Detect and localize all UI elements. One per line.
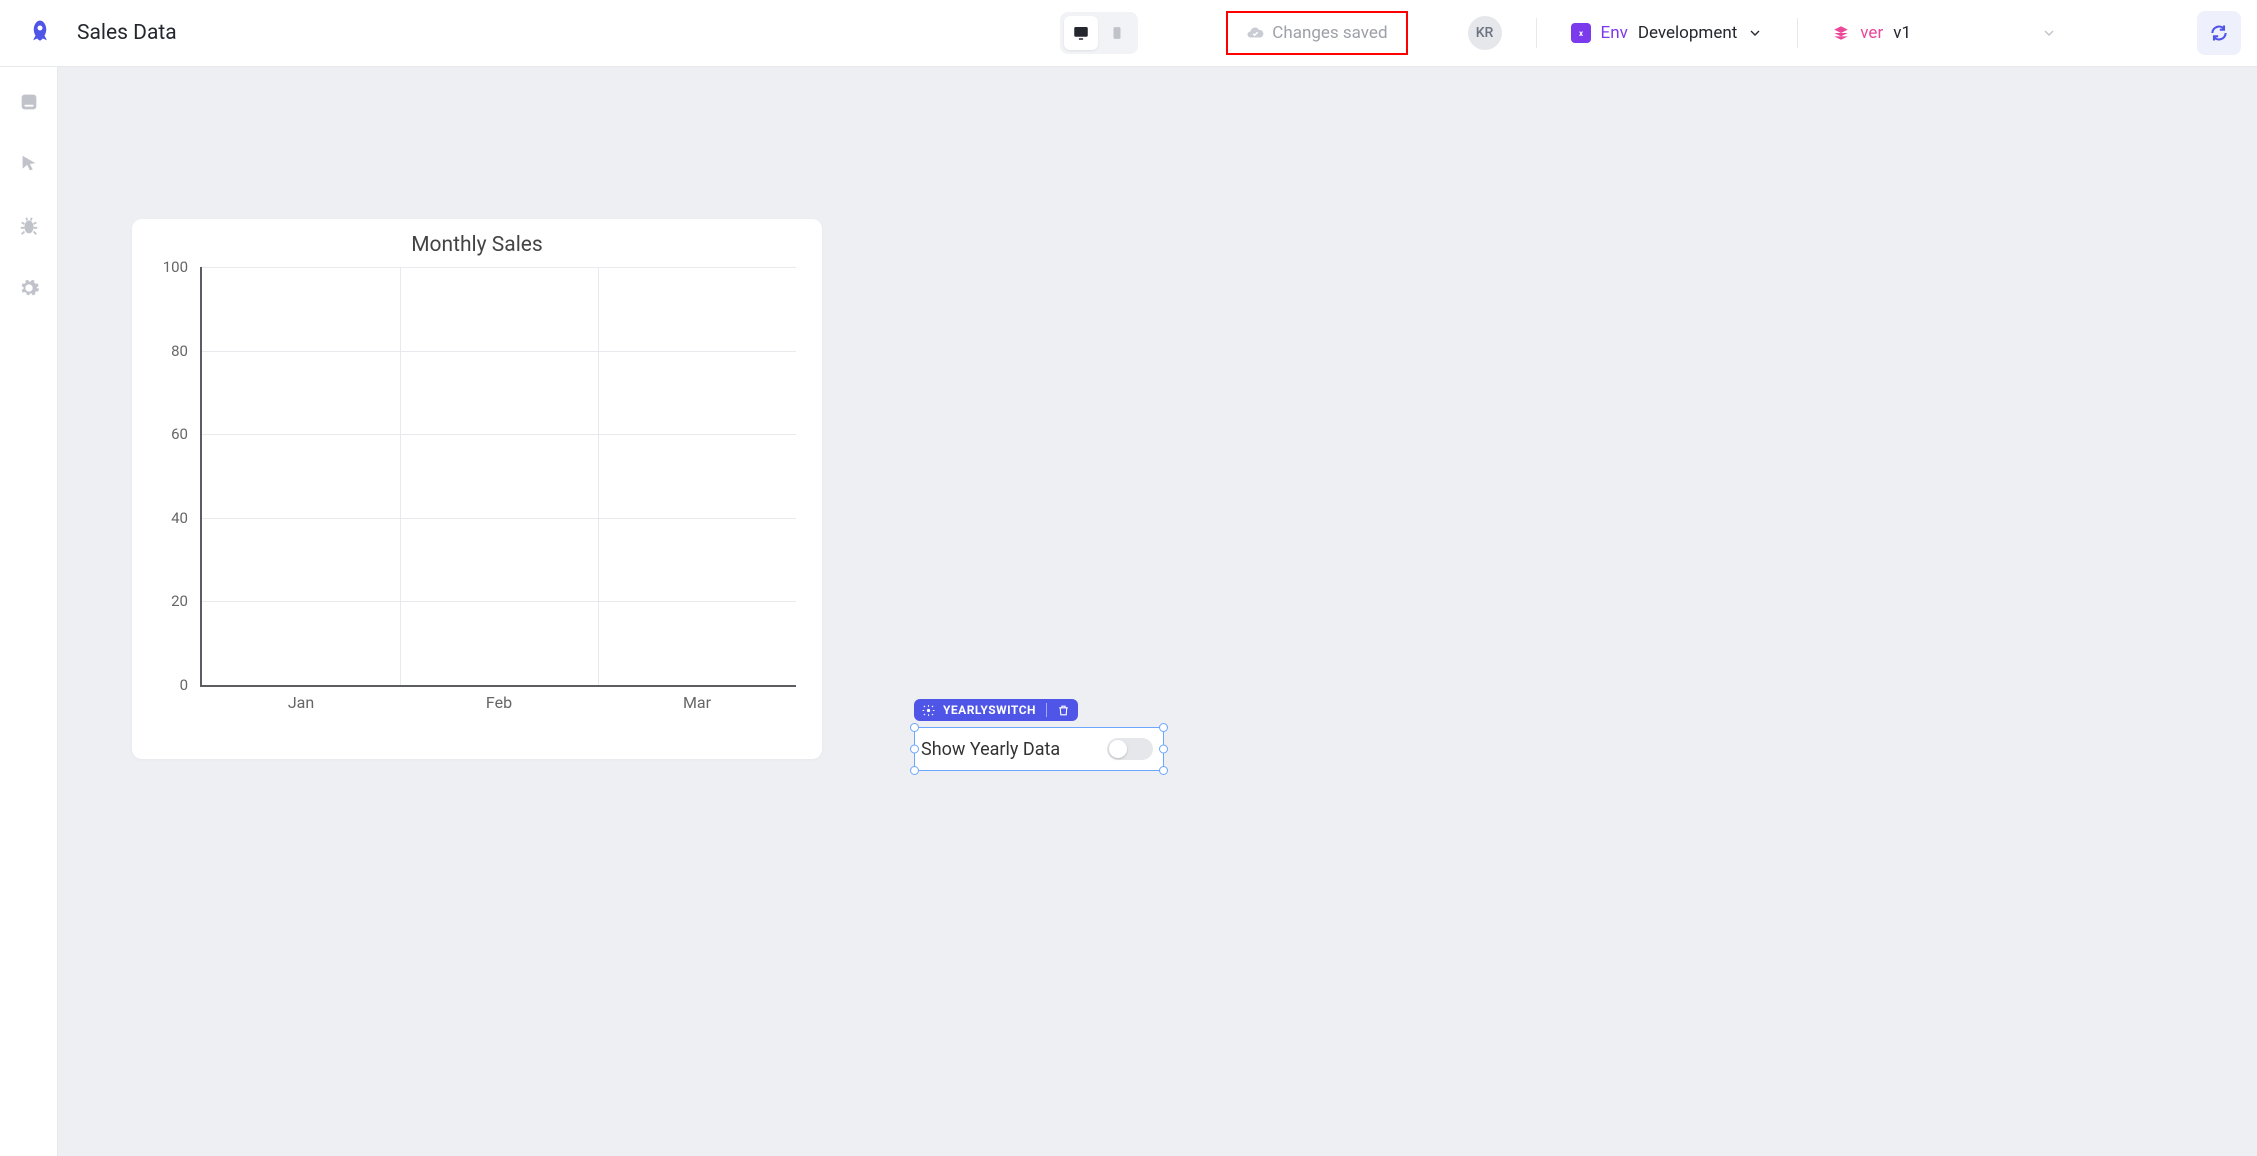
gear-icon[interactable] (16, 275, 42, 301)
avatar[interactable]: KR (1468, 16, 1502, 50)
chart-title: Monthly Sales (150, 233, 804, 257)
refresh-button[interactable] (2197, 11, 2241, 55)
selection-handle[interactable] (910, 723, 919, 732)
selection-handle[interactable] (1159, 723, 1168, 732)
gear-icon (922, 704, 935, 717)
app-logo[interactable] (16, 18, 63, 48)
env-value: Development (1638, 23, 1737, 43)
y-axis-label: 0 (180, 676, 188, 694)
canvas[interactable]: Monthly Sales 020406080100JanFebMar YEAR… (58, 67, 2257, 1156)
device-toggle (1060, 12, 1138, 54)
env-icon: x (1571, 23, 1591, 43)
save-status: Changes saved (1226, 11, 1407, 55)
page-title: Sales Data (77, 21, 177, 45)
chart-card[interactable]: Monthly Sales 020406080100JanFebMar (132, 219, 822, 759)
x-axis-label: Mar (683, 693, 711, 712)
version-selector[interactable]: ver v1 (1832, 23, 2057, 43)
chevron-down-icon (2041, 25, 2057, 41)
panel-icon[interactable] (16, 89, 42, 115)
switch-widget[interactable]: YEARLYSWITCH Show Yearly Data (914, 699, 1164, 771)
svg-text:x: x (1579, 29, 1584, 38)
selection-handle[interactable] (910, 745, 919, 754)
trash-icon[interactable] (1057, 704, 1070, 717)
switch-label: Show Yearly Data (921, 739, 1060, 760)
ver-value: v1 (1893, 23, 1911, 43)
y-axis-label: 40 (171, 509, 188, 527)
mobile-view-button[interactable] (1100, 16, 1134, 50)
y-axis-label: 60 (171, 425, 188, 443)
selection-handle[interactable] (910, 766, 919, 775)
divider (1797, 18, 1798, 48)
divider (1536, 18, 1537, 48)
refresh-icon (2209, 23, 2229, 43)
cursor-icon[interactable] (16, 151, 42, 177)
toggle[interactable] (1107, 738, 1153, 760)
save-status-text: Changes saved (1272, 23, 1387, 43)
chart-plot: 020406080100JanFebMar (200, 267, 796, 687)
cloud-check-icon (1246, 24, 1264, 42)
y-axis-label: 20 (171, 592, 188, 610)
env-selector[interactable]: x Env Development (1571, 23, 1764, 43)
layers-icon (1832, 24, 1850, 42)
selection-handle[interactable] (1159, 766, 1168, 775)
selection-handle[interactable] (1159, 745, 1168, 754)
top-bar: Sales Data Changes saved KR x Env Develo… (0, 0, 2257, 67)
bug-icon[interactable] (16, 213, 42, 239)
switch-body[interactable]: Show Yearly Data (914, 727, 1164, 771)
y-axis-label: 100 (163, 258, 188, 276)
widget-header[interactable]: YEARLYSWITCH (914, 699, 1078, 721)
x-axis-label: Feb (486, 693, 512, 712)
desktop-view-button[interactable] (1064, 16, 1098, 50)
ver-label: ver (1860, 23, 1883, 43)
x-axis-label: Jan (288, 693, 314, 712)
env-label: Env (1601, 23, 1628, 43)
left-rail (0, 67, 58, 1156)
y-axis-label: 80 (171, 342, 188, 360)
widget-name: YEARLYSWITCH (943, 703, 1036, 717)
chevron-down-icon (1747, 25, 1763, 41)
